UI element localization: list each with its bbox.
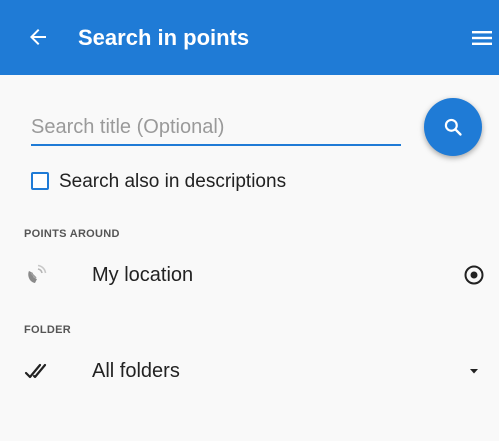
page-title: Search in points — [78, 25, 250, 50]
folder-header: FOLDER — [24, 324, 72, 336]
search-button[interactable] — [424, 98, 482, 156]
search-descriptions-label: Search also in descriptions — [59, 171, 287, 192]
points-around-header: POINTS AROUND — [24, 228, 120, 240]
search-icon — [444, 118, 462, 136]
location-signal-icon — [24, 263, 48, 287]
arrow-left-icon[interactable] — [26, 25, 50, 49]
hamburger-menu-icon[interactable] — [472, 31, 492, 45]
search-title-input[interactable] — [31, 112, 401, 146]
app-toolbar: Search in points — [0, 0, 499, 75]
double-check-icon — [24, 359, 48, 383]
my-location-row[interactable]: My location — [0, 253, 499, 297]
target-icon[interactable] — [462, 263, 486, 287]
my-location-label: My location — [92, 264, 194, 286]
folder-label: All folders — [92, 360, 180, 382]
folder-selector[interactable]: All folders — [0, 349, 499, 393]
dropdown-arrow-icon[interactable] — [462, 359, 486, 383]
search-descriptions-checkbox[interactable] — [31, 172, 49, 190]
